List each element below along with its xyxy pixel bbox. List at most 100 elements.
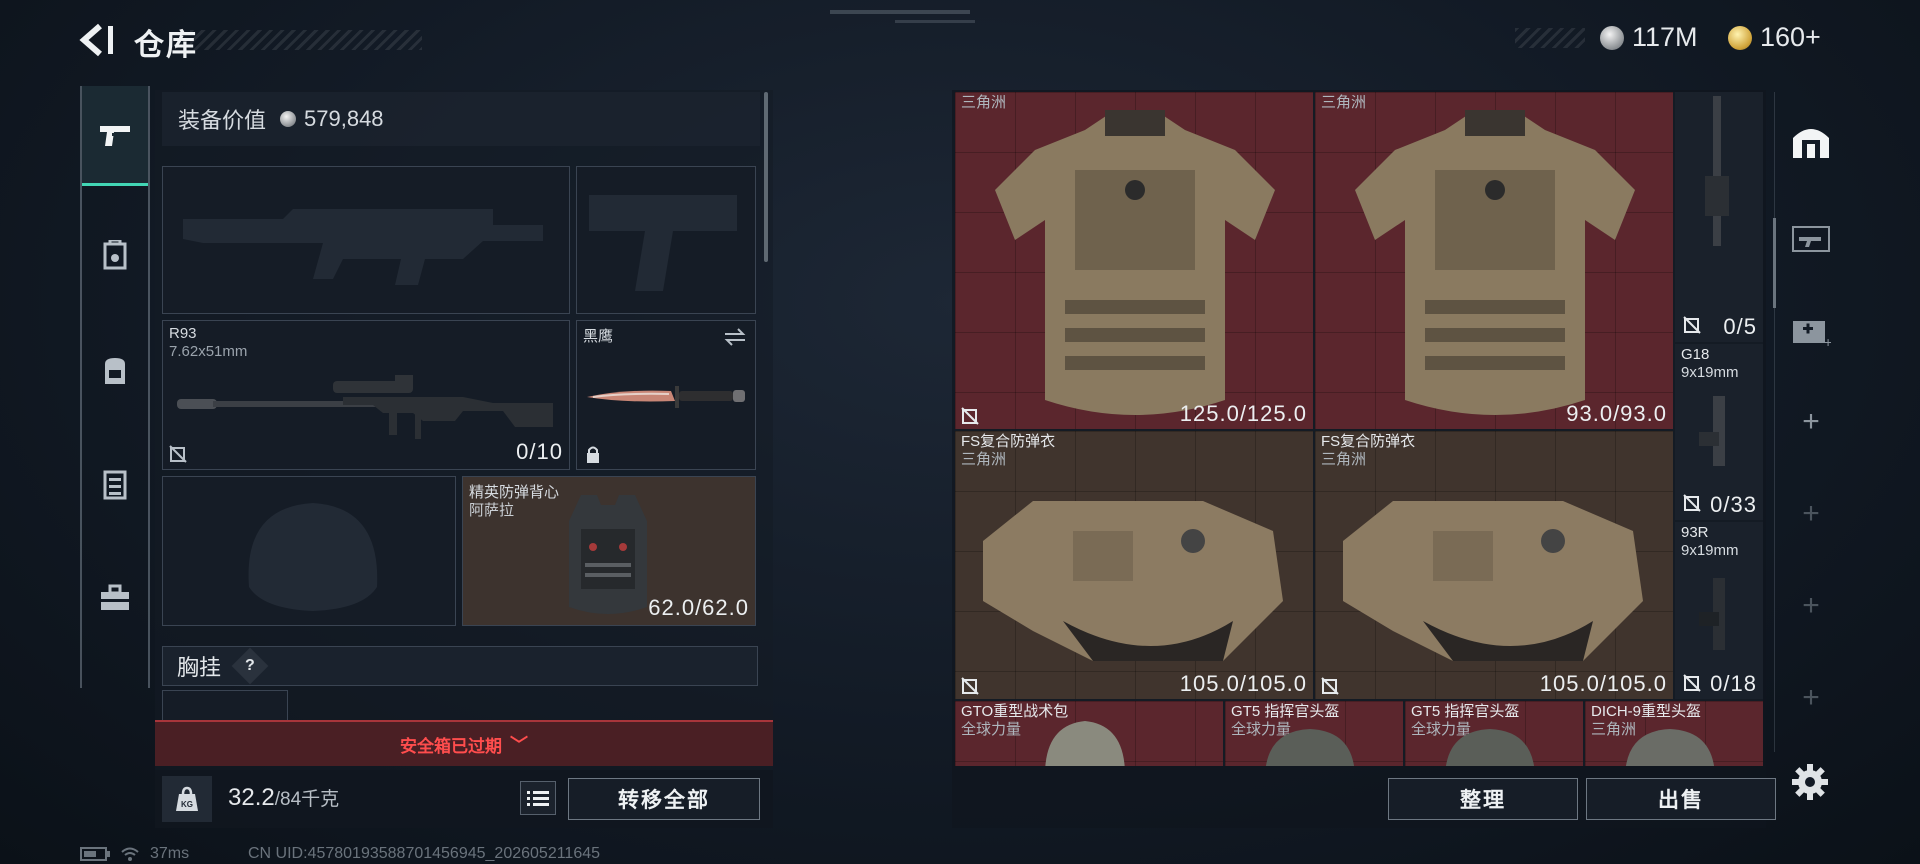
settings-button[interactable] [1790,762,1830,802]
weight-current: 32.2 [228,784,275,811]
storage-grid: 三角洲 125.0/125.0 三角洲 93.0/93.0 FS复合防弹衣 三角… [955,92,1763,766]
safe-box-status: 安全箱已过期 [400,736,502,756]
swap-icon[interactable] [723,327,747,347]
gold-coin-icon [1728,25,1752,50]
no-repair-icon [961,677,979,695]
tab-weapon-case[interactable] [1775,192,1847,284]
back-button[interactable] [78,20,116,60]
chevron-down-icon: ﹀ [510,735,528,755]
status-bar: 37ms [80,845,189,863]
loadout-scrollbar[interactable] [764,92,768,262]
battery-icon [80,847,110,861]
tab-add-slot[interactable]: + [1775,652,1847,744]
ping-value: 37ms [150,845,190,862]
item-durability: 93.0/93.0 [1566,401,1667,426]
add-icon: + [1802,681,1820,714]
armor-durability: 62.0/62.0 [648,595,749,620]
storage-item[interactable]: GT5 指挥官头盔 全球力量 [1225,701,1403,766]
add-icon: + [1802,497,1820,530]
helmet-slot[interactable] [162,476,456,626]
storage-weapon[interactable]: 93R 9x19mm 0/18 [1675,522,1763,699]
list-icon [527,791,549,806]
add-icon: + [1802,405,1820,438]
combat-knife-icon [587,386,745,408]
tab-chest-rig[interactable] [82,434,148,534]
pistol-icon [1699,578,1725,650]
help-button[interactable]: ? [231,647,269,685]
tab-add-slot[interactable]: + [1775,376,1847,468]
secondary-weapon-slot[interactable] [576,166,756,314]
tab-medical-case[interactable]: + [1775,284,1847,376]
chest-rig-slot[interactable] [162,690,288,722]
silver-currency: 117M [1600,22,1698,53]
no-ammo-icon [169,445,187,463]
rifle-vertical-icon [1705,96,1729,246]
title-decoration [190,30,422,50]
chest-rig-icon [103,470,127,500]
tab-backpack[interactable] [82,320,148,420]
storage-item[interactable]: FS复合防弹衣 三角洲 105.0/105.0 [1315,431,1673,699]
tab-add-slot[interactable]: + [1775,560,1847,652]
transfer-all-button[interactable]: 转移全部 [568,778,760,820]
primary-weapon-slot[interactable] [162,166,570,314]
equipment-value: 装备价值 579,848 [162,92,760,146]
silver-coin-icon [1600,25,1624,50]
weapon-caliber: 9x19mm [1681,364,1739,381]
no-ammo-icon [1683,494,1701,512]
weapon-case-icon [1792,226,1830,252]
category-tabs [80,86,150,688]
pistol-icon [1699,396,1725,466]
item-faction: 全球力量 [961,721,1022,738]
item-name: FS复合防弹衣 [961,433,1056,450]
armor-slot[interactable]: 精英防弹背心 阿萨拉 62.0/62.0 [462,476,756,626]
list-view-button[interactable] [520,781,556,815]
elite-vest-icon [569,495,647,614]
weight-indicator: KG [162,776,212,822]
weight-readout: 32.2/84千克 [228,784,339,812]
backpack-icon [105,358,125,384]
currency-decoration [1515,28,1585,48]
plate-carrier-icon [1355,110,1635,415]
sell-button[interactable]: 出售 [1586,778,1776,820]
safe-box-expired-banner[interactable]: 安全箱已过期 ﹀ [155,720,773,766]
gear-icon [1792,764,1828,800]
sniper-ammo: 0/10 [516,439,563,464]
storage-item[interactable]: GTO重型战术包 全球力量 [955,701,1223,766]
item-durability: 105.0/105.0 [1539,671,1667,696]
tab-vault[interactable] [1775,96,1847,188]
item-faction: 三角洲 [961,451,1007,468]
helmet-icon [1266,729,1354,766]
item-faction: 三角洲 [1321,451,1367,468]
tab-weapons[interactable] [82,86,148,186]
toolbox-icon [101,584,129,610]
help-label: ? [245,657,255,674]
storage-tabs-scrollbar[interactable] [1773,218,1776,308]
pistol-icon [100,125,130,146]
storage-item[interactable]: 三角洲 93.0/93.0 [1315,92,1673,429]
weapon-ammo: 0/33 [1710,492,1757,517]
weapon-ammo: 0/18 [1710,671,1757,696]
no-ammo-icon [1683,674,1701,692]
armor-plate-icon [103,240,127,270]
storage-weapon[interactable]: 0/5 [1675,92,1763,342]
wifi-icon [121,847,139,861]
vault-icon [1793,129,1829,158]
tab-toolbox[interactable] [82,548,148,648]
melee-slot[interactable]: 黑鹰 [576,320,756,470]
storage-weapon[interactable]: G18 9x19mm 0/33 [1675,344,1763,520]
sniper-slot[interactable]: R93 7.62x51mm 0/10 [162,320,570,470]
player-uid: CN UID:457801935887014569​45_20260521164… [248,845,601,862]
storage-item[interactable]: DICH-9重型头盔 三角洲 [1585,701,1763,766]
storage-item[interactable]: 三角洲 125.0/125.0 [955,92,1313,429]
storage-tabs: + + + + + [1774,92,1846,752]
background-streak [895,20,975,23]
tab-add-slot[interactable]: + [1775,468,1847,560]
item-durability: 105.0/105.0 [1179,671,1307,696]
gold-currency-value: 160+ [1760,22,1821,52]
tab-armor[interactable] [82,206,148,306]
weapon-ammo: 0/5 [1723,314,1757,339]
weapon-caliber: 9x19mm [1681,542,1739,559]
storage-item[interactable]: FS复合防弹衣 三角洲 105.0/105.0 [955,431,1313,699]
storage-item[interactable]: GT5 指挥官头盔 全球力量 [1405,701,1583,766]
sort-button[interactable]: 整理 [1388,778,1578,820]
